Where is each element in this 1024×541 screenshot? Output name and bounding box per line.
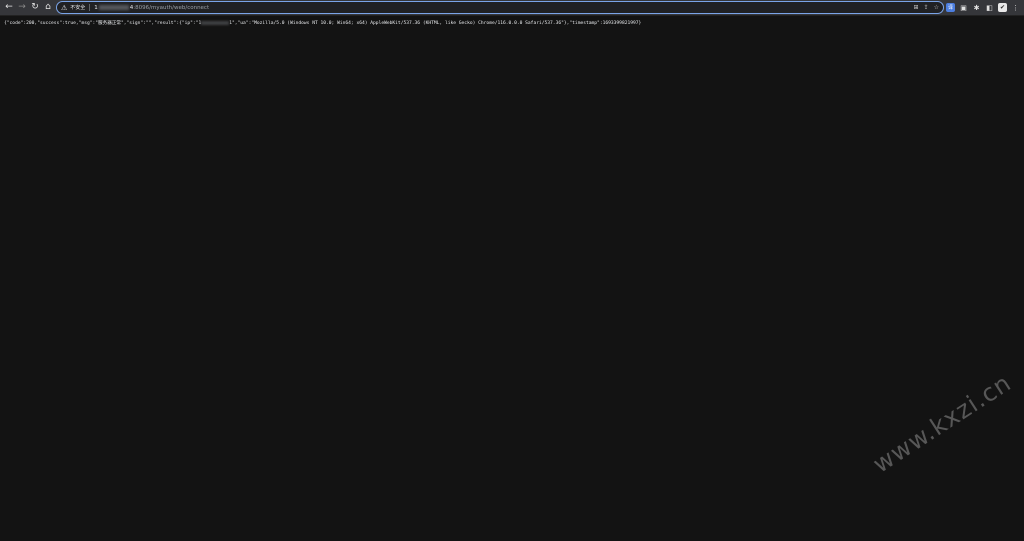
security-label[interactable]: 不安全 xyxy=(70,4,85,11)
menu-dots-icon[interactable]: ⋮ xyxy=(1011,3,1020,12)
json-text-before-ip: {"code":200,"success":true,"msg":"服务器正常"… xyxy=(4,21,202,26)
url-port-path: :8096/myauth/web/connect xyxy=(133,4,210,11)
url-blurred-segment xyxy=(98,5,129,10)
json-response-body: {"code":200,"success":true,"msg":"服务器正常"… xyxy=(4,20,1024,26)
url-host-prefix: 1 xyxy=(94,4,98,11)
json-text-after-ip: 1","ua":"Mozilla/5.0 (Windows NT 10.0; W… xyxy=(229,21,642,26)
translate-extension-icon[interactable]: 译 xyxy=(946,3,955,12)
bookmark-star-icon[interactable]: ☆ xyxy=(934,4,939,11)
omnibox-actions: ⊞ ⇪ ☆ xyxy=(909,2,939,13)
address-separator xyxy=(89,4,91,11)
back-arrow-icon[interactable]: ← xyxy=(3,2,15,14)
share-icon[interactable]: ⇪ xyxy=(924,4,929,11)
address-bar[interactable]: ⚠ 不安全 1 4 :8096/myauth/web/connect ⊞ ⇪ ☆ xyxy=(56,1,944,14)
browser-toolbar: ← → ↻ ⌂ ⚠ 不安全 1 4 :8096/myauth/web/conne… xyxy=(0,0,1024,16)
puzzle-extensions-icon[interactable]: ✱ xyxy=(972,3,981,12)
site-watermark: www.kxzi.cn xyxy=(868,368,1017,479)
media-extension-icon[interactable]: ▣ xyxy=(959,3,968,12)
translate-page-icon[interactable]: ⊞ xyxy=(914,4,919,11)
extensions-area: 译 ▣ ✱ ◧ ✔ ⋮ xyxy=(942,2,1020,13)
warning-triangle-icon[interactable]: ⚠ xyxy=(61,4,67,12)
side-panel-icon[interactable]: ◧ xyxy=(985,3,994,12)
reload-icon[interactable]: ↻ xyxy=(29,2,41,14)
ip-blurred-segment xyxy=(201,20,230,25)
forward-arrow-icon[interactable]: → xyxy=(16,2,28,14)
shield-extension-icon[interactable]: ✔ xyxy=(998,3,1007,12)
home-icon[interactable]: ⌂ xyxy=(42,2,54,14)
